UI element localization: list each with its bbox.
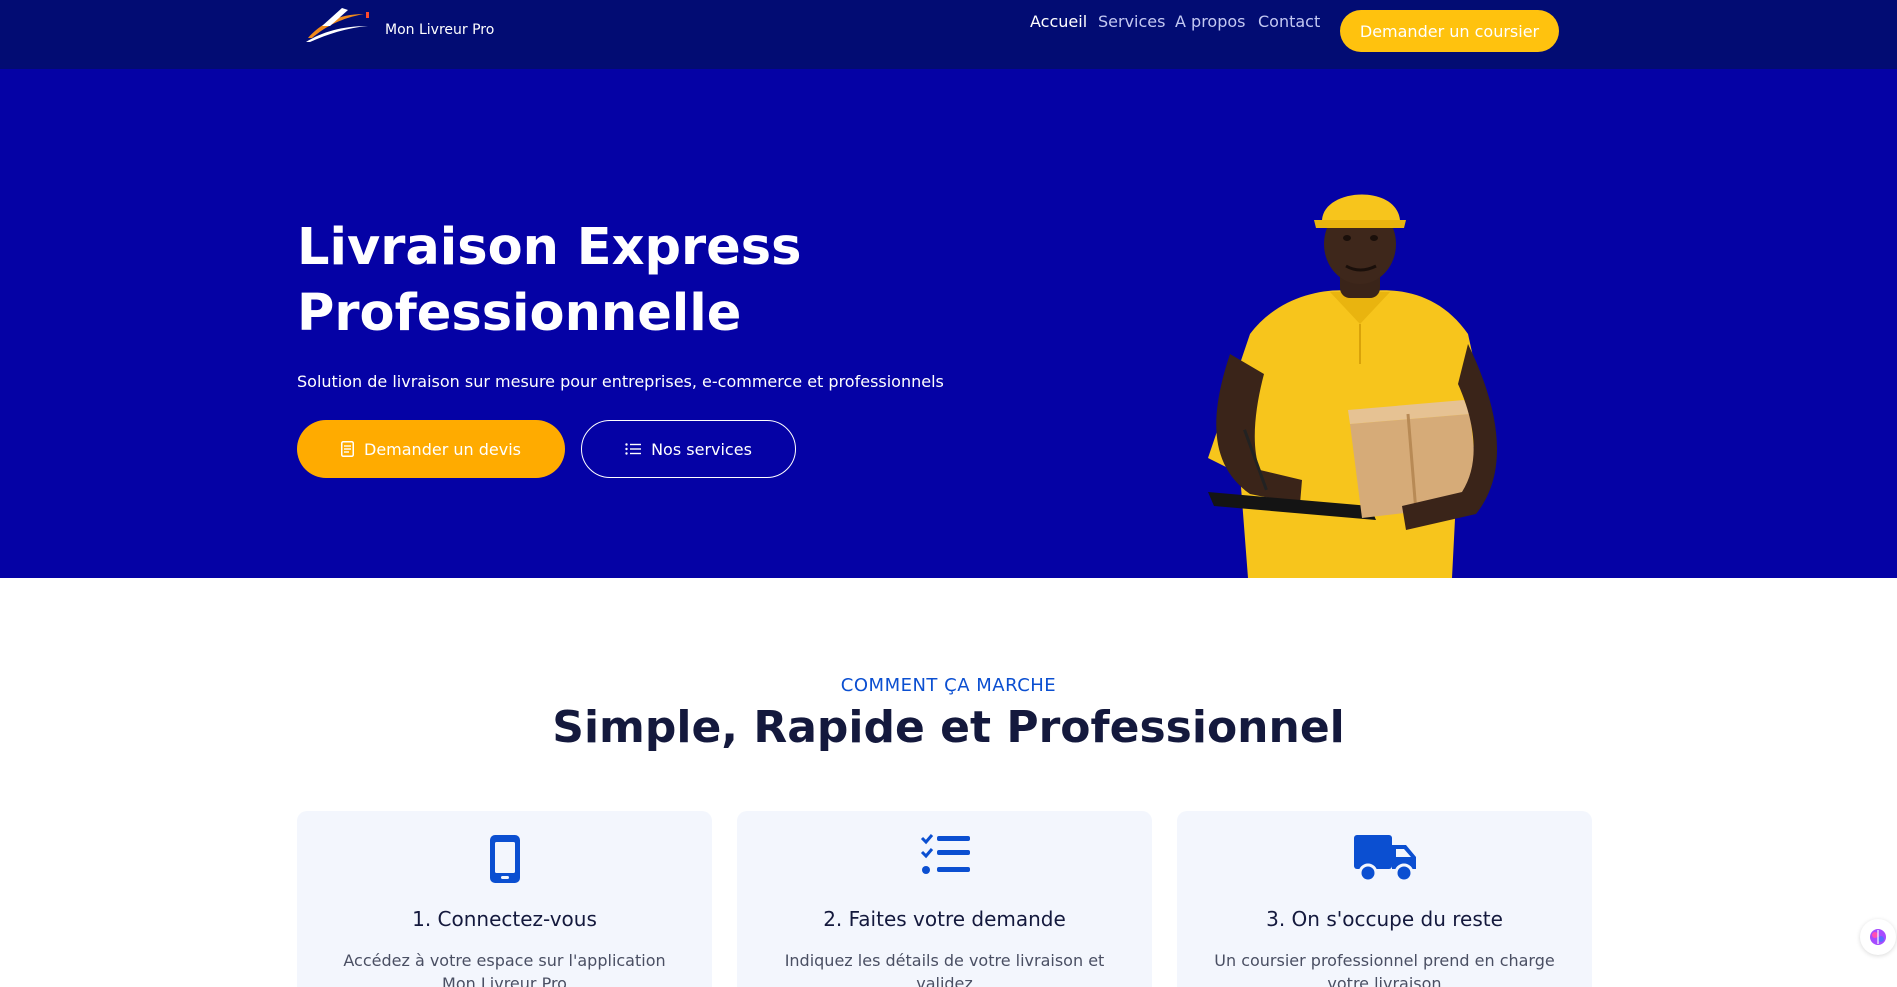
- hero-title-line-2: Professionnelle: [297, 284, 742, 343]
- document-icon: [341, 441, 354, 457]
- hero-title-line-1: Livraison Express: [297, 218, 802, 277]
- nav-services[interactable]: Services: [1098, 12, 1165, 32]
- brand-name[interactable]: Mon Livreur Pro: [385, 22, 494, 38]
- step-title: 1. Connectez-vous: [412, 907, 597, 931]
- nav-accueil[interactable]: Accueil: [1030, 12, 1087, 32]
- nav-a-propos[interactable]: A propos: [1175, 12, 1245, 32]
- step-description: Un coursier professionnel prend en charg…: [1214, 951, 1555, 987]
- our-services-button[interactable]: Nos services: [581, 420, 796, 478]
- request-courier-button[interactable]: Demander un coursier: [1340, 10, 1559, 52]
- delivery-man-image: [1208, 194, 1498, 578]
- step-card-delivery: 3. On s'occupe du reste Un coursier prof…: [1177, 811, 1592, 987]
- hero-subtitle: Solution de livraison sur mesure pour en…: [297, 372, 944, 391]
- step-description: Indiquez les détails de votre livraison …: [784, 951, 1105, 987]
- list-icon: [625, 443, 642, 455]
- section-title: Simple, Rapide et Professionnel: [552, 702, 1345, 753]
- step-description: Accédez à votre espace sur l'application…: [343, 951, 666, 987]
- brand-logo[interactable]: [302, 4, 372, 44]
- request-quote-button[interactable]: Demander un devis: [297, 420, 565, 478]
- assistant-icon: [1870, 929, 1886, 945]
- section-eyebrow: COMMENT ÇA MARCHE: [840, 675, 1057, 696]
- site-header: Mon Livreur Pro Accueil Services A propo…: [0, 0, 1897, 69]
- truck-icon: [1353, 835, 1416, 883]
- request-courier-label: Demander un coursier: [1359, 21, 1540, 41]
- step-card-connect: 1. Connectez-vous Accédez à votre espace…: [297, 811, 712, 987]
- step-card-request: 2. Faites votre demande Indiquez les dét…: [737, 811, 1152, 987]
- assistant-widget-button[interactable]: [1860, 919, 1896, 955]
- smartphone-icon: [489, 835, 520, 883]
- hero-section: Livraison Express Professionnelle Soluti…: [0, 69, 1897, 578]
- our-services-label: Nos services: [651, 439, 752, 459]
- hero-title: Livraison Express Professionnelle: [297, 215, 1017, 347]
- step-title: 3. On s'occupe du reste: [1266, 907, 1503, 931]
- checklist-icon: [920, 834, 970, 874]
- step-title: 2. Faites votre demande: [823, 907, 1066, 931]
- nav-contact[interactable]: Contact: [1258, 12, 1320, 32]
- request-quote-label: Demander un devis: [364, 439, 521, 459]
